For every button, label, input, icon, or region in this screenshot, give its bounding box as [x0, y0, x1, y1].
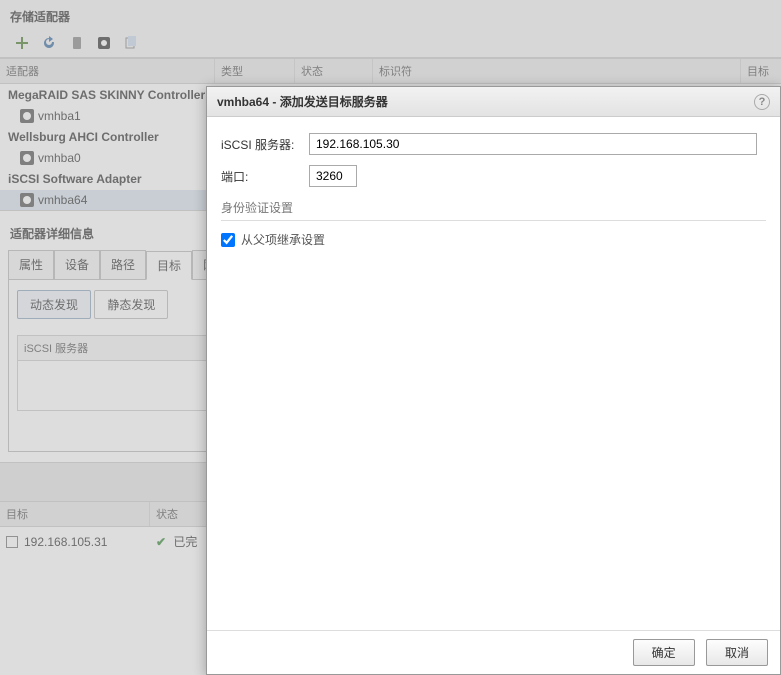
port-input[interactable] [309, 165, 357, 187]
ok-button[interactable]: 确定 [633, 639, 695, 666]
label-iscsi-server: iSCSI 服务器: [221, 136, 309, 153]
inherit-label: 从父项继承设置 [241, 231, 325, 248]
auth-section-header: 身份验证设置 [221, 199, 766, 221]
cancel-button[interactable]: 取消 [706, 639, 768, 666]
dialog-body: iSCSI 服务器: 端口: 身份验证设置 从父项继承设置 [207, 117, 780, 630]
iscsi-server-input[interactable] [309, 133, 757, 155]
dialog-titlebar: vmhba64 - 添加发送目标服务器 ? [207, 87, 780, 117]
label-port: 端口: [221, 168, 309, 185]
dialog-footer: 确定 取消 [207, 630, 780, 674]
inherit-checkbox[interactable] [221, 233, 235, 247]
help-icon[interactable]: ? [754, 94, 770, 110]
inherit-checkbox-row[interactable]: 从父项继承设置 [221, 231, 766, 248]
dialog-title-text: vmhba64 - 添加发送目标服务器 [217, 93, 388, 110]
add-target-dialog: vmhba64 - 添加发送目标服务器 ? iSCSI 服务器: 端口: 身份验… [206, 86, 781, 675]
